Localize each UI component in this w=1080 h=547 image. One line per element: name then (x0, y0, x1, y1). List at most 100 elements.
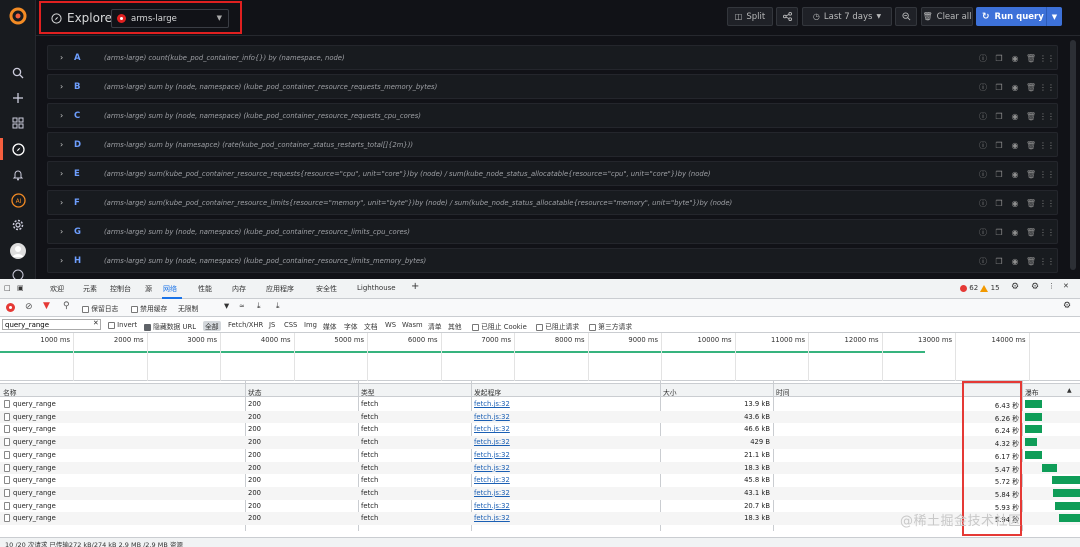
trash-icon[interactable]: 🗑 (1026, 256, 1036, 266)
column-header-initiator[interactable]: 发起程序 (474, 387, 501, 397)
invert-checkbox[interactable]: Invert (108, 321, 137, 329)
query-row[interactable]: › A (arms-large) count(kube_pod_container_… (47, 45, 1058, 70)
initiator-link[interactable]: fetch.js:32 (474, 413, 510, 421)
chevron-right-icon[interactable]: › (60, 256, 63, 265)
hide-data-urls-checkbox[interactable]: 隐藏数据 URL (144, 321, 196, 331)
help-icon[interactable]: ⓘ (978, 227, 988, 237)
chevron-right-icon[interactable]: › (60, 140, 63, 149)
network-settings-icon[interactable]: ⚙ (1063, 301, 1071, 311)
upload-icon[interactable]: ⤓ (257, 301, 261, 311)
filter-type-media[interactable]: 媒体 (323, 321, 337, 331)
eye-icon[interactable]: ◉ (1010, 169, 1020, 179)
column-header-status[interactable]: 状态 (248, 387, 262, 397)
table-row[interactable]: query_range 200 fetch fetch.js:32 21.1 kB 6.1… (0, 449, 1080, 462)
help-icon[interactable]: ⓘ (978, 82, 988, 92)
chevron-right-icon[interactable]: › (60, 227, 63, 236)
copy-icon[interactable]: ❐ (994, 82, 1004, 92)
filter-type-all[interactable]: 全部 (203, 321, 221, 331)
tab-welcome[interactable]: 欢迎 (50, 284, 64, 294)
customize-icon[interactable]: ⚙ (1031, 282, 1039, 292)
blocked-cookies-checkbox[interactable]: 已阻止 Cookie (472, 321, 527, 331)
query-expression[interactable]: (arms-large) sum by (node, namespace) (k… (104, 112, 421, 120)
trash-icon[interactable]: 🗑 (1026, 82, 1036, 92)
initiator-link[interactable]: fetch.js:32 (474, 502, 510, 510)
more-icon[interactable]: ⋮ (1048, 282, 1055, 290)
eye-icon[interactable]: ◉ (1010, 140, 1020, 150)
wifi-icon[interactable]: ≈ (239, 302, 245, 310)
drag-handle-icon[interactable]: ⋮⋮ (1039, 227, 1055, 237)
query-expression[interactable]: (arms-large) sum by (node, namespace) (k… (104, 257, 426, 265)
table-row[interactable]: query_range 200 fetch fetch.js:32 13.9 kB 6.4… (0, 398, 1080, 411)
tab-performance[interactable]: 性能 (198, 284, 212, 294)
query-row[interactable]: › D (arms-large) sum by (namesapce) (rate(… (47, 132, 1058, 157)
drag-handle-icon[interactable]: ⋮⋮ (1039, 256, 1055, 266)
close-icon[interactable]: ✕ (1063, 282, 1069, 290)
help-icon[interactable]: ⓘ (978, 256, 988, 266)
filter-icon[interactable]: ▼ (43, 301, 50, 311)
tab-network[interactable]: 网络 (163, 284, 177, 294)
tab-application[interactable]: 应用程序 (266, 284, 294, 294)
chevron-right-icon[interactable]: › (60, 169, 63, 178)
query-row[interactable]: › E (arms-large) sum(kube_pod_container_re… (47, 161, 1058, 186)
table-row[interactable]: query_range 200 fetch fetch.js:32 45.8 kB 5.7… (0, 474, 1080, 487)
search-icon[interactable] (9, 64, 27, 82)
initiator-link[interactable]: fetch.js:32 (474, 489, 510, 497)
tab-memory[interactable]: 内存 (232, 284, 246, 294)
sort-asc-icon[interactable]: ▲ (1067, 387, 1072, 394)
chevron-right-icon[interactable]: › (60, 198, 63, 207)
trash-icon[interactable]: 🗑 (1026, 198, 1036, 208)
initiator-link[interactable]: fetch.js:32 (474, 476, 510, 484)
query-expression[interactable]: (arms-large) sum by (node, namespace) (k… (104, 83, 437, 91)
split-button[interactable]: ◫ Split (727, 7, 773, 26)
eye-icon[interactable]: ◉ (1010, 227, 1020, 237)
issues-counter[interactable]: 62 15 (960, 284, 1000, 292)
trash-icon[interactable]: 🗑 (1026, 111, 1036, 121)
clear-all-button[interactable]: 🗑 Clear all (921, 7, 973, 26)
query-row[interactable]: › C (arms-large) sum by (node, namespace) … (47, 103, 1058, 128)
help-icon[interactable]: ⓘ (978, 198, 988, 208)
filter-type-wasm[interactable]: Wasm (402, 321, 423, 329)
eye-icon[interactable]: ◉ (1010, 82, 1020, 92)
tab-lighthouse[interactable]: Lighthouse (357, 284, 396, 292)
trash-icon[interactable]: 🗑 (1026, 140, 1036, 150)
waterfall-bar[interactable] (1025, 438, 1037, 447)
drag-handle-icon[interactable]: ⋮⋮ (1039, 111, 1055, 121)
waterfall-bar[interactable] (1042, 463, 1058, 472)
copy-icon[interactable]: ❐ (994, 53, 1004, 63)
query-expression[interactable]: (arms-large) count(kube_pod_container_in… (104, 54, 345, 62)
table-row[interactable]: query_range 200 fetch fetch.js:32 43.6 kB 6.2… (0, 410, 1080, 424)
initiator-link[interactable]: fetch.js:32 (474, 464, 510, 472)
copy-icon[interactable]: ❐ (994, 256, 1004, 266)
plus-icon[interactable] (9, 89, 27, 107)
filter-type-manifest[interactable]: 清单 (428, 321, 442, 331)
filter-type-ws[interactable]: WS (385, 321, 396, 329)
grafana-logo-icon[interactable] (8, 6, 28, 26)
dashboards-icon[interactable] (9, 114, 27, 132)
table-row[interactable]: query_range 200 fetch fetch.js:32 43.1 kB 5.8… (0, 486, 1080, 500)
waterfall-bar[interactable] (1025, 412, 1042, 421)
initiator-link[interactable]: fetch.js:32 (474, 438, 510, 446)
time-range-picker[interactable]: ◷ Last 7 days ▼ (802, 7, 892, 26)
query-expression[interactable]: (arms-large) sum by (node, namespace) (k… (104, 228, 410, 236)
device-toolbar-icon[interactable]: □ (4, 284, 11, 292)
drag-handle-icon[interactable]: ⋮⋮ (1039, 140, 1055, 150)
throttling-dropdown-icon[interactable]: ▼ (224, 302, 229, 310)
eye-icon[interactable]: ◉ (1010, 111, 1020, 121)
throttling-select[interactable]: 无限制 (178, 303, 198, 313)
chevron-right-icon[interactable]: › (60, 111, 63, 120)
tab-console[interactable]: 控制台 (110, 284, 131, 294)
ai-icon[interactable]: AI (9, 191, 27, 209)
scrollbar[interactable] (1070, 40, 1076, 270)
query-row[interactable]: › B (arms-large) sum by (node, namespace) … (47, 74, 1058, 99)
alerting-bell-icon[interactable] (9, 166, 27, 184)
download-icon[interactable]: ⤓ (276, 301, 280, 311)
waterfall-bar[interactable] (1053, 488, 1080, 497)
waterfall-bar[interactable] (1055, 501, 1080, 510)
trash-icon[interactable]: 🗑 (1026, 53, 1036, 63)
help-icon[interactable]: ⓘ (978, 140, 988, 150)
avatar[interactable] (9, 242, 27, 260)
filter-type-fetch[interactable]: Fetch/XHR (228, 321, 263, 329)
drag-handle-icon[interactable]: ⋮⋮ (1039, 82, 1055, 92)
waterfall-bar[interactable] (1025, 425, 1042, 434)
initiator-link[interactable]: fetch.js:32 (474, 451, 510, 459)
